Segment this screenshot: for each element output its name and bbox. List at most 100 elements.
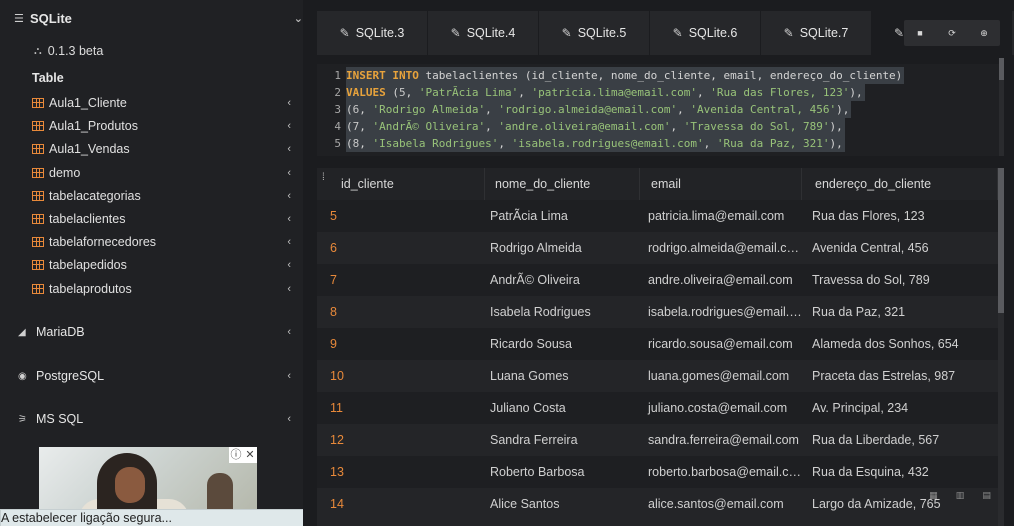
sql-editor[interactable]: 1 INSERT INTO tabelaclientes (id_cliente,… <box>317 58 1004 156</box>
info-icon[interactable]: ⓘ <box>229 447 243 463</box>
chart-icon[interactable]: ▥ <box>947 490 974 504</box>
cell-address[interactable]: Rua da Paz, 321 <box>802 296 998 328</box>
chevron-left-icon[interactable]: ‹ <box>287 143 291 155</box>
cell-id[interactable]: 5 <box>317 200 485 232</box>
drag-handle-icon[interactable]: ⁞ <box>322 162 325 194</box>
table-row[interactable]: 8 Isabela Rodrigues isabela.rodrigues@emai… <box>317 296 998 328</box>
table-row[interactable]: 11 Juliano Costa juliano.costa@email.com Av… <box>317 392 998 424</box>
chevron-left-icon[interactable]: ‹ <box>287 370 291 382</box>
sidebar-table-item[interactable]: Aula1_Vendas ‹ <box>32 138 303 160</box>
save-icon[interactable]: ■ <box>904 20 936 46</box>
cell-id[interactable]: 11 <box>317 392 485 424</box>
cell-id[interactable]: 10 <box>317 360 485 392</box>
tab-sqlite-4[interactable]: ✎ SQLite.4 <box>428 11 539 55</box>
cell-address[interactable]: Travessa do Sol, 789 <box>802 264 998 296</box>
cell-email[interactable]: roberto.barbosa@email.com <box>640 456 802 488</box>
code-line[interactable]: 1 INSERT INTO tabelaclientes (id_cliente,… <box>317 67 997 84</box>
cell-email[interactable]: andre.oliveira@email.com <box>640 264 802 296</box>
tab-sqlite-5[interactable]: ✎ SQLite.5 <box>539 11 650 55</box>
sidebar-db-ms-sql[interactable]: ⚞ MS SQL ‹ <box>18 408 303 430</box>
cell-name[interactable]: Juliano Costa <box>485 392 640 424</box>
sidebar-db-mariadb[interactable]: ◢ MariaDB ‹ <box>18 321 303 343</box>
cell-name[interactable]: AndrÃ© Oliveira <box>485 264 640 296</box>
cell-email[interactable]: luana.gomes@email.com <box>640 360 802 392</box>
code-line[interactable]: 4 (7, 'AndrÃ© Oliveira', 'andre.oliveira@… <box>317 118 997 135</box>
cell-id[interactable]: 6 <box>317 232 485 264</box>
results-scrollbar[interactable] <box>998 168 1004 526</box>
editor-scrollbar[interactable] <box>999 58 1004 156</box>
sqlite-group-header[interactable]: ☰ SQLite ⌄ <box>14 11 303 26</box>
cell-name[interactable]: Sandra Ferreira <box>485 424 640 456</box>
cell-address[interactable]: Alameda dos Sonhos, 654 <box>802 328 998 360</box>
table-row[interactable]: 12 Sandra Ferreira sandra.ferreira@email.c… <box>317 424 998 456</box>
cell-name[interactable]: Luana Gomes <box>485 360 640 392</box>
chevron-left-icon[interactable]: ‹ <box>287 190 291 202</box>
chevron-left-icon[interactable]: ‹ <box>287 97 291 109</box>
cell-email[interactable]: ricardo.sousa@email.com <box>640 328 802 360</box>
table-row[interactable]: 6 Rodrigo Almeida rodrigo.almeida@email.co… <box>317 232 998 264</box>
code-line[interactable]: 3 (6, 'Rodrigo Almeida', 'rodrigo.almeida… <box>317 101 997 118</box>
cell-id[interactable]: 7 <box>317 264 485 296</box>
table-row[interactable]: 13 Roberto Barbosa roberto.barbosa@email.c… <box>317 456 998 488</box>
table-row[interactable]: 10 Luana Gomes luana.gomes@email.com Pracet… <box>317 360 998 392</box>
cell-address[interactable]: Praceta das Estrelas, 987 <box>802 360 998 392</box>
tab-sqlite-3[interactable]: ✎ SQLite.3 <box>317 11 428 55</box>
cell-name[interactable]: Alice Santos <box>485 488 640 520</box>
table-view-icon[interactable]: ▦ <box>920 490 947 504</box>
table-row[interactable]: 7 AndrÃ© Oliveira andre.oliveira@email.com… <box>317 264 998 296</box>
table-row[interactable]: 14 Alice Santos alice.santos@email.com Larg… <box>317 488 998 520</box>
add-icon[interactable]: ⊕ <box>968 20 1000 46</box>
chevron-down-icon[interactable]: ⌄ <box>294 12 303 25</box>
cell-id[interactable]: 14 <box>317 488 485 520</box>
cell-name[interactable]: Rodrigo Almeida <box>485 232 640 264</box>
cell-address[interactable]: Rua das Flores, 123 <box>802 200 998 232</box>
column-header-address[interactable]: endereço_do_cliente <box>802 168 998 200</box>
sidebar-table-item[interactable]: tabelacategorias ‹ <box>32 185 303 207</box>
cell-id[interactable]: 8 <box>317 296 485 328</box>
tab-sqlite-7[interactable]: ✎ SQLite.7 <box>761 11 872 55</box>
chevron-left-icon[interactable]: ‹ <box>287 326 291 338</box>
advertisement-image[interactable]: ⓘ ✕ <box>39 447 257 517</box>
sidebar-table-item[interactable]: tabelaclientes ‹ <box>32 208 303 230</box>
code-line[interactable]: 5 (8, 'Isabela Rodrigues', 'isabela.rodri… <box>317 135 997 152</box>
export-icon[interactable]: ▤ <box>973 490 1000 504</box>
cell-email[interactable]: patricia.lima@email.com <box>640 200 802 232</box>
column-header-name[interactable]: nome_do_cliente <box>485 168 640 200</box>
sidebar-table-item[interactable]: demo ‹ <box>32 162 303 184</box>
cell-address[interactable]: Rua da Liberdade, 567 <box>802 424 998 456</box>
cell-email[interactable]: juliano.costa@email.com <box>640 392 802 424</box>
cell-email[interactable]: isabela.rodrigues@email.com <box>640 296 802 328</box>
cell-name[interactable]: Ricardo Sousa <box>485 328 640 360</box>
sidebar-table-item[interactable]: Aula1_Cliente ‹ <box>32 92 303 114</box>
tab-sqlite-6[interactable]: ✎ SQLite.6 <box>650 11 761 55</box>
sidebar-table-item[interactable]: tabelafornecedores ‹ <box>32 231 303 253</box>
sidebar-table-item[interactable]: Aula1_Produtos ‹ <box>32 115 303 137</box>
cell-email[interactable]: alice.santos@email.com <box>640 488 802 520</box>
cell-name[interactable]: Isabela Rodrigues <box>485 296 640 328</box>
close-icon[interactable]: ✕ <box>243 447 257 463</box>
sidebar-table-item[interactable]: tabelaprodutos ‹ <box>32 278 303 300</box>
cell-id[interactable]: 12 <box>317 424 485 456</box>
cell-address[interactable]: Avenida Central, 456 <box>802 232 998 264</box>
cell-name[interactable]: PatrÃ­cia Lima <box>485 200 640 232</box>
cell-email[interactable]: sandra.ferreira@email.com <box>640 424 802 456</box>
refresh-icon[interactable]: ⟳ <box>936 20 968 46</box>
chevron-left-icon[interactable]: ‹ <box>287 283 291 295</box>
chevron-left-icon[interactable]: ‹ <box>287 259 291 271</box>
cell-id[interactable]: 9 <box>317 328 485 360</box>
cell-email[interactable]: rodrigo.almeida@email.com <box>640 232 802 264</box>
table-row[interactable]: 9 Ricardo Sousa ricardo.sousa@email.com Ala… <box>317 328 998 360</box>
chevron-left-icon[interactable]: ‹ <box>287 167 291 179</box>
cell-name[interactable]: Roberto Barbosa <box>485 456 640 488</box>
chevron-left-icon[interactable]: ‹ <box>287 213 291 225</box>
column-header-email[interactable]: email <box>640 168 802 200</box>
column-header-id[interactable]: ⁞ id_cliente <box>317 168 485 200</box>
table-row[interactable]: 5 PatrÃ­cia Lima patricia.lima@email.com Ru… <box>317 200 998 232</box>
sidebar-db-postgresql[interactable]: ◉ PostgreSQL ‹ <box>18 365 303 387</box>
chevron-left-icon[interactable]: ‹ <box>287 236 291 248</box>
sidebar-table-item[interactable]: tabelapedidos ‹ <box>32 254 303 276</box>
code-line[interactable]: 2 VALUES (5, 'PatrÃ­cia Lima', 'patricia.… <box>317 84 997 101</box>
cell-address[interactable]: Rua da Esquina, 432 <box>802 456 998 488</box>
cell-id[interactable]: 13 <box>317 456 485 488</box>
cell-address[interactable]: Av. Principal, 234 <box>802 392 998 424</box>
